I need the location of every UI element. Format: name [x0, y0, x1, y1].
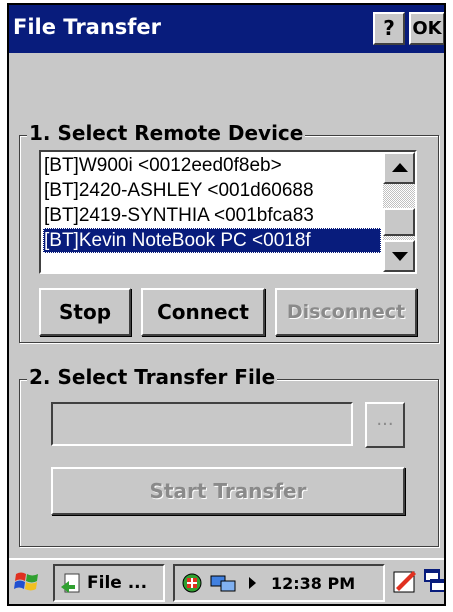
- window-switch-icon[interactable]: [423, 566, 446, 596]
- ink-icon[interactable]: [391, 566, 419, 596]
- window-title: File Transfer: [13, 15, 162, 39]
- connection-icon[interactable]: [209, 572, 239, 594]
- device-list-items: [BT]W900i <0012eed0f8eb> [BT]2420-ASHLEY…: [43, 153, 381, 253]
- help-button[interactable]: ?: [373, 12, 405, 45]
- task-button-label: File ...: [87, 573, 148, 593]
- device-list-item-selected[interactable]: [BT]Kevin NoteBook PC <0018f: [43, 228, 381, 253]
- clock[interactable]: 12:38 PM: [271, 574, 355, 593]
- scroll-down-icon: [392, 252, 408, 261]
- scroll-up-button[interactable]: [383, 152, 415, 184]
- scroll-thumb[interactable]: [383, 208, 415, 236]
- file-path-field[interactable]: [51, 402, 353, 446]
- device-list-scrollbar[interactable]: [383, 152, 415, 272]
- tray-arrow-icon[interactable]: [249, 577, 256, 589]
- browse-button[interactable]: ...: [365, 402, 405, 448]
- transfer-file-group-title: 2. Select Transfer File: [27, 365, 278, 389]
- start-transfer-button[interactable]: Start Transfer: [51, 467, 405, 515]
- remote-device-group-title: 1. Select Remote Device: [27, 121, 306, 145]
- device-screen: File Transfer ? OK 1. Select Remote Devi…: [7, 3, 446, 606]
- device-list[interactable]: [BT]W900i <0012eed0f8eb> [BT]2420-ASHLEY…: [39, 150, 417, 274]
- device-list-item[interactable]: [BT]2419-SYNTHIA <001bfca83: [43, 203, 381, 228]
- system-tray: 12:38 PM: [173, 564, 385, 602]
- scroll-up-icon: [392, 163, 408, 172]
- device-list-item[interactable]: [BT]W900i <0012eed0f8eb>: [43, 153, 381, 178]
- taskbar: File ... 12:38 PM: [9, 558, 444, 604]
- network-icon[interactable]: [181, 572, 203, 594]
- device-list-item[interactable]: [BT]2420-ASHLEY <001d60688: [43, 178, 381, 203]
- stop-button[interactable]: Stop: [39, 288, 131, 336]
- ok-button[interactable]: OK: [409, 12, 444, 45]
- start-flag-icon[interactable]: [12, 568, 42, 596]
- file-transfer-icon: [61, 573, 80, 593]
- disconnect-button[interactable]: Disconnect: [275, 288, 417, 336]
- task-button-file-transfer[interactable]: File ...: [53, 564, 165, 602]
- title-bar: File Transfer ? OK: [9, 5, 444, 53]
- connect-button[interactable]: Connect: [141, 288, 265, 336]
- scroll-down-button[interactable]: [383, 240, 415, 272]
